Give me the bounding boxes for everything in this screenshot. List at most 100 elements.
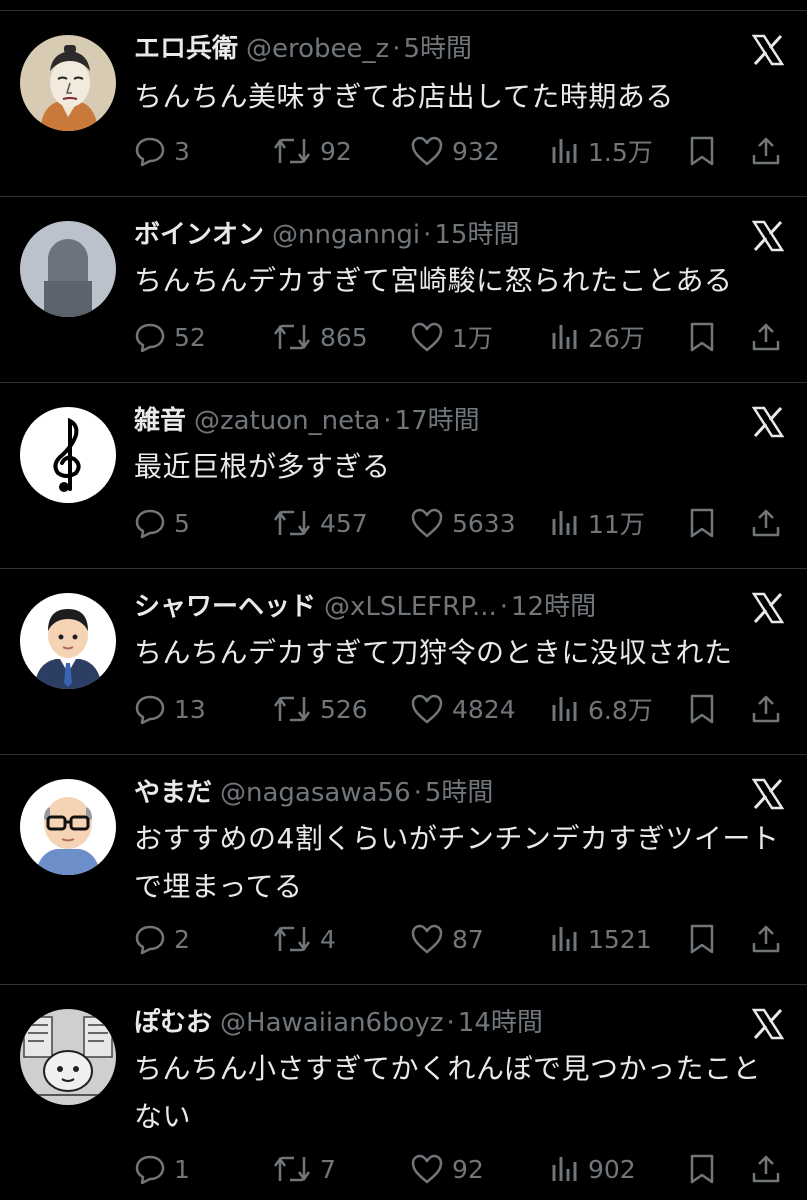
views-button[interactable]: 1521 xyxy=(550,919,652,959)
display-name[interactable]: 雑音 xyxy=(134,406,186,436)
post-time[interactable]: 14時間 xyxy=(458,1008,543,1038)
views-button[interactable]: 902 xyxy=(550,1149,636,1189)
tweet[interactable]: エロ兵衛 @erobee_z · 5時間 ちんちん美味すぎてお店出してた時期ある 3 … xyxy=(0,10,807,196)
bookmark-icon xyxy=(690,694,714,724)
like-icon xyxy=(411,136,443,166)
share-icon xyxy=(752,323,780,351)
display-name[interactable]: ボインオン xyxy=(134,220,264,250)
share-button[interactable] xyxy=(750,131,782,171)
retweet-button[interactable]: 7 xyxy=(272,1149,336,1189)
like-count: 4824 xyxy=(452,694,516,724)
user-handle[interactable]: @nnganngi xyxy=(272,220,420,250)
x-logo-icon xyxy=(751,219,785,253)
share-button[interactable] xyxy=(750,689,782,729)
reply-count: 52 xyxy=(174,322,206,352)
retweet-count: 865 xyxy=(320,322,368,352)
views-button[interactable]: 11万 xyxy=(550,503,645,543)
share-button[interactable] xyxy=(750,919,782,959)
reply-button[interactable]: 1 xyxy=(134,1149,190,1189)
post-time[interactable]: 5時間 xyxy=(425,778,494,808)
avatar[interactable] xyxy=(20,35,116,131)
user-handle[interactable]: @xLSLEFRP... xyxy=(324,592,497,622)
action-bar: 13 526 4824 6.8万 xyxy=(134,689,789,729)
separator-dot: · xyxy=(413,778,422,808)
tweet[interactable]: 雑音 @zatuon_neta · 17時間 最近巨根が多すぎる 5 457 5633… xyxy=(0,382,807,568)
post-time[interactable]: 15時間 xyxy=(434,220,519,250)
avatar[interactable] xyxy=(20,407,116,503)
bookmark-button[interactable] xyxy=(688,689,716,729)
like-count: 87 xyxy=(452,924,484,954)
like-button[interactable]: 1万 xyxy=(410,317,493,357)
tweet[interactable]: ボインオン @nnganngi · 15時間 ちんちんデカすぎて宮崎駿に怒られたことあ… xyxy=(0,196,807,382)
display-name[interactable]: シャワーヘッド xyxy=(134,592,316,622)
reply-count: 3 xyxy=(174,136,190,166)
reply-icon xyxy=(135,695,165,725)
reply-button[interactable]: 52 xyxy=(134,317,206,357)
reply-button[interactable]: 2 xyxy=(134,919,190,959)
bookmark-button[interactable] xyxy=(688,1149,716,1189)
tweet[interactable]: ぽむお @Hawaiian6boyz · 14時間 ちんちん小さすぎてかくれんぼで見つ… xyxy=(0,984,807,1200)
retweet-button[interactable]: 865 xyxy=(272,317,368,357)
like-button[interactable]: 87 xyxy=(410,919,484,959)
separator-dot: · xyxy=(499,592,509,622)
action-bar: 5 457 5633 11万 xyxy=(134,503,789,543)
bookmark-icon xyxy=(690,322,714,352)
avatar[interactable] xyxy=(20,779,116,875)
tweet-text: 最近巨根が多すぎる xyxy=(134,450,391,483)
retweet-button[interactable]: 92 xyxy=(272,131,352,171)
retweet-button[interactable]: 526 xyxy=(272,689,368,729)
user-handle[interactable]: @erobee_z xyxy=(246,34,389,64)
like-button[interactable]: 5633 xyxy=(410,503,516,543)
like-button[interactable]: 932 xyxy=(410,131,500,171)
display-name[interactable]: ぽむお xyxy=(134,1008,212,1038)
bookmark-button[interactable] xyxy=(688,131,716,171)
tweet[interactable]: やまだ @nagasawa56 · 5時間 おすすめの4割くらいがチンチンデカすぎツイ… xyxy=(0,754,807,984)
reply-button[interactable]: 3 xyxy=(134,131,190,171)
action-bar: 52 865 1万 26万 xyxy=(134,317,789,357)
post-time[interactable]: 17時間 xyxy=(395,406,480,436)
tweet-header: ボインオン @nnganngi · 15時間 xyxy=(134,215,717,255)
action-bar: 2 4 87 1521 xyxy=(134,919,789,959)
reply-count: 5 xyxy=(174,508,190,538)
post-time[interactable]: 5時間 xyxy=(403,34,472,64)
user-handle[interactable]: @nagasawa56 xyxy=(220,778,411,808)
tweet-header: ぽむお @Hawaiian6boyz · 14時間 xyxy=(134,1003,717,1043)
user-handle[interactable]: @zatuon_neta xyxy=(194,406,380,436)
like-button[interactable]: 4824 xyxy=(410,689,516,729)
separator-dot: · xyxy=(446,1008,455,1038)
retweet-icon xyxy=(273,1156,311,1182)
retweet-button[interactable]: 4 xyxy=(272,919,336,959)
like-button[interactable]: 92 xyxy=(410,1149,484,1189)
avatar[interactable] xyxy=(20,221,116,317)
views-button[interactable]: 1.5万 xyxy=(550,131,653,171)
post-time[interactable]: 12時間 xyxy=(511,592,596,622)
share-button[interactable] xyxy=(750,1149,782,1189)
like-count: 1万 xyxy=(452,324,493,353)
separator-dot: · xyxy=(383,406,392,436)
share-button[interactable] xyxy=(750,503,782,543)
views-icon xyxy=(552,927,577,951)
reply-button[interactable]: 5 xyxy=(134,503,190,543)
bookmark-button[interactable] xyxy=(688,503,716,543)
user-handle[interactable]: @Hawaiian6boyz xyxy=(220,1008,444,1038)
retweet-button[interactable]: 457 xyxy=(272,503,368,543)
bookmark-icon xyxy=(690,508,714,538)
tweet-text: ちんちん小さすぎてかくれんぼで見つかったことない xyxy=(134,1052,762,1133)
reply-button[interactable]: 13 xyxy=(134,689,206,729)
bookmark-icon xyxy=(690,924,714,954)
display-name[interactable]: やまだ xyxy=(134,778,212,808)
tweet[interactable]: シャワーヘッド @xLSLEFRP... · 12時間 ちんちんデカすぎて刀狩令のとき… xyxy=(0,568,807,754)
avatar[interactable] xyxy=(20,593,116,689)
avatar[interactable] xyxy=(20,1009,116,1105)
display-name[interactable]: エロ兵衛 xyxy=(134,34,238,64)
share-icon xyxy=(752,509,780,537)
views-button[interactable]: 6.8万 xyxy=(550,689,653,729)
retweet-count: 526 xyxy=(320,694,368,724)
bookmark-button[interactable] xyxy=(688,919,716,959)
views-button[interactable]: 26万 xyxy=(550,317,645,357)
share-button[interactable] xyxy=(750,317,782,357)
retweet-count: 457 xyxy=(320,508,368,538)
bookmark-icon xyxy=(690,136,714,166)
bookmark-button[interactable] xyxy=(688,317,716,357)
retweet-icon xyxy=(273,510,311,536)
